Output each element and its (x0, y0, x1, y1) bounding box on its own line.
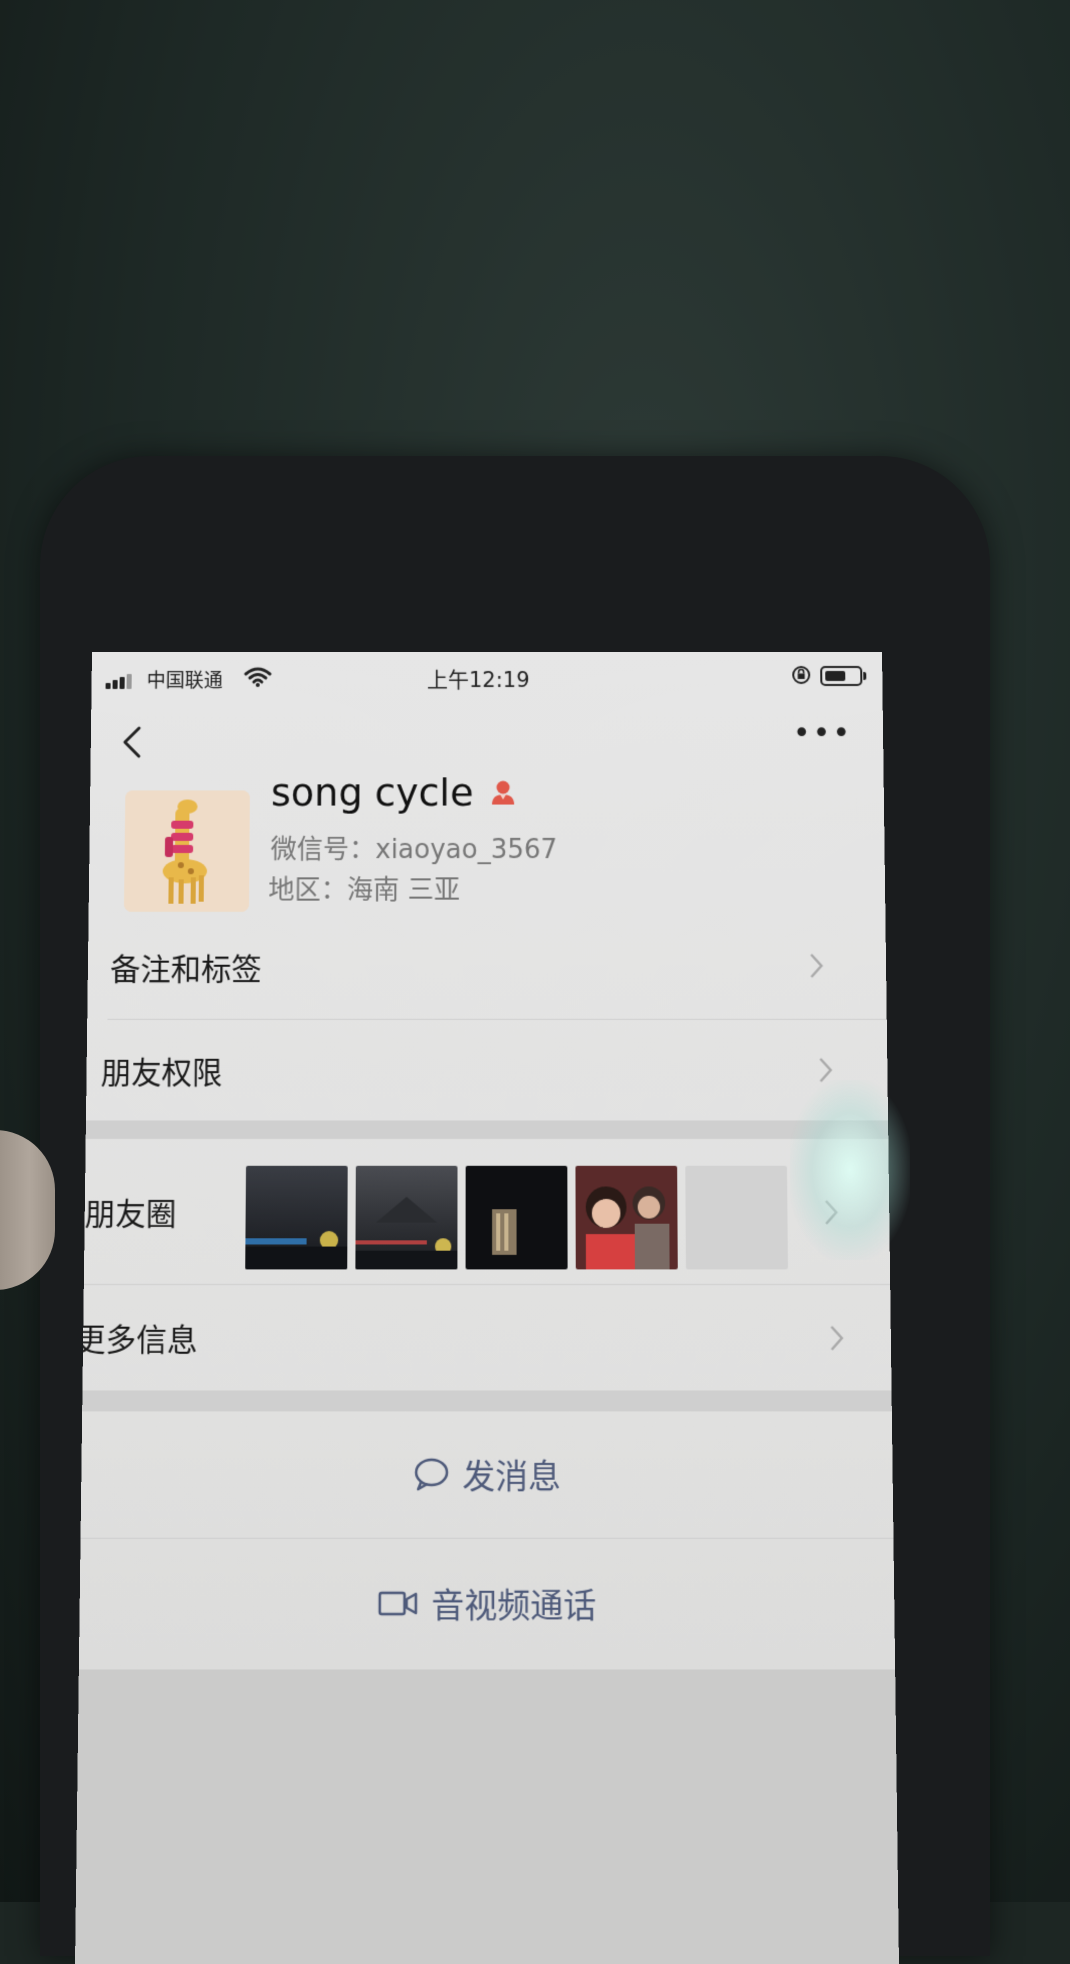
moments-label: 朋友圈 (84, 1189, 176, 1235)
signal-strength-icon (106, 674, 132, 689)
moments-photo-1[interactable] (245, 1166, 347, 1270)
chevron-right-icon (822, 1197, 841, 1228)
profile-region: 地区：海南 三亚 (268, 869, 460, 907)
remark-tags-row[interactable]: 备注和标签 (87, 916, 886, 1018)
section-gap (86, 1120, 889, 1139)
send-message-label: 发消息 (462, 1450, 561, 1498)
profile-name-row: song cycle (271, 770, 518, 814)
moments-photo-3[interactable] (466, 1166, 568, 1270)
moments-photo-placeholder (685, 1166, 788, 1270)
profile-page: 中国联通 上午12:19 ••• song cycle 微信号：xiaoyao_… (75, 652, 899, 1964)
more-info-row[interactable]: 更多信息 (82, 1285, 891, 1389)
video-call-label: 音视频通话 (431, 1579, 596, 1628)
friend-permissions-row[interactable]: 朋友权限 (86, 1020, 888, 1121)
wifi-icon (244, 666, 272, 688)
more-options-button[interactable]: ••• (793, 724, 841, 754)
chevron-right-icon (827, 1323, 846, 1354)
giraffe-avatar-image (124, 790, 250, 911)
rotation-lock-icon (790, 664, 812, 686)
remark-tags-label: 备注和标签 (110, 944, 262, 989)
video-call-button[interactable]: 音视频通话 (79, 1539, 895, 1669)
battery-icon (820, 666, 862, 686)
moments-row[interactable]: 朋友圈 (84, 1139, 890, 1284)
carrier-name: 中国联通 (147, 666, 223, 693)
back-arrow-icon[interactable] (113, 720, 154, 764)
bottom-area (75, 1669, 899, 1964)
send-message-button[interactable]: 发消息 (81, 1411, 894, 1537)
moments-photo-4[interactable] (575, 1166, 677, 1270)
female-icon (488, 777, 518, 807)
friend-permissions-label: 朋友权限 (101, 1048, 223, 1093)
chevron-right-icon (816, 1055, 835, 1086)
moments-thumbnails[interactable] (245, 1166, 796, 1270)
moments-photo-2[interactable] (355, 1166, 457, 1270)
more-info-label: 更多信息 (75, 1314, 198, 1360)
status-bar: 中国联通 上午12:19 (91, 652, 882, 704)
chevron-right-icon (807, 950, 826, 981)
video-camera-icon (378, 1589, 419, 1619)
wechat-id: 微信号：xiaoyao_3567 (270, 829, 557, 866)
phone-screen: 中国联通 上午12:19 ••• song cycle 微信号：xiaoyao_… (75, 652, 899, 1964)
profile-name: song cycle (271, 770, 474, 814)
avatar[interactable] (124, 790, 250, 911)
status-time: 上午12:19 (427, 664, 530, 694)
section-gap (82, 1390, 892, 1411)
chat-bubble-icon (413, 1458, 450, 1492)
